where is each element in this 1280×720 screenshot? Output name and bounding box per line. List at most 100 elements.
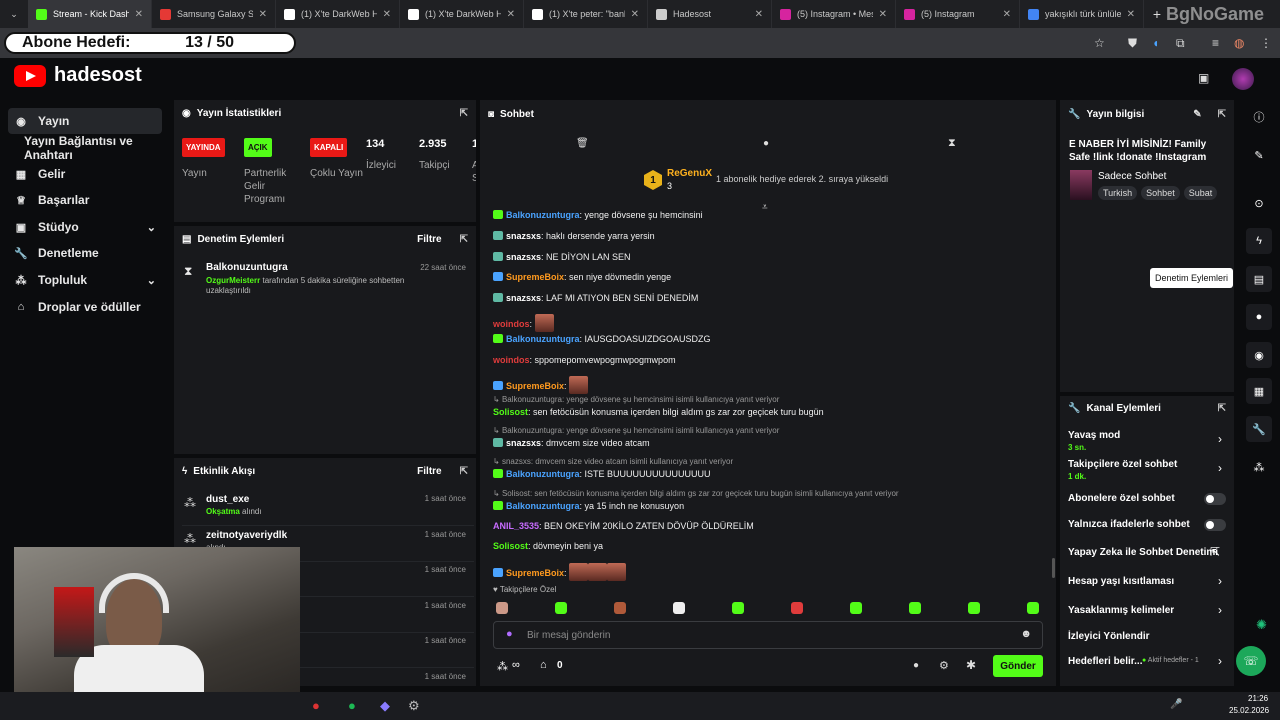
chat-message[interactable]: Balkonuzuntugra: yenge dövsene şu hemcin… bbox=[493, 210, 703, 220]
comment-icon[interactable]: ● bbox=[763, 138, 769, 149]
tag-chip[interactable]: Subat bbox=[1183, 186, 1218, 200]
emote-icon[interactable] bbox=[496, 602, 508, 614]
chat-username[interactable]: woindos bbox=[493, 355, 530, 365]
chevron-right-icon[interactable]: › bbox=[1218, 461, 1222, 475]
send-button[interactable]: Gönder bbox=[993, 655, 1043, 677]
emote-icon[interactable] bbox=[1027, 602, 1039, 614]
puzzle-icon[interactable]: ✱ bbox=[966, 658, 976, 672]
microphone-icon[interactable]: 🎤 bbox=[1170, 699, 1182, 710]
chat-message[interactable]: snazsxs: haklı dersende yarra yersin bbox=[493, 231, 655, 241]
tab-list-icon[interactable]: ⌄ bbox=[0, 0, 28, 28]
more-icon[interactable]: ⋮ bbox=[1260, 36, 1272, 50]
chat-username[interactable]: Balkonuzuntugra bbox=[506, 501, 580, 511]
clipboard-icon[interactable]: ▤ bbox=[1246, 266, 1272, 292]
browser-tab[interactable]: (1) X'te DarkWeb Hab ✕ bbox=[400, 0, 524, 28]
toggle-switch[interactable] bbox=[1204, 519, 1226, 531]
chat-message[interactable]: SupremeBoix: bbox=[493, 563, 627, 581]
avatar[interactable] bbox=[1232, 68, 1254, 90]
toggle-switch[interactable] bbox=[1204, 493, 1226, 505]
chat-username[interactable]: snazsxs bbox=[506, 293, 541, 303]
chat-message[interactable]: woindos: bbox=[493, 314, 554, 332]
openai-icon[interactable]: ✺ bbox=[1256, 617, 1267, 633]
chat-message[interactable]: ANIL_3535: BEN OKEYİM 20KİLO ZATEN DÖVÜP… bbox=[493, 521, 754, 531]
emote-icon[interactable] bbox=[614, 602, 626, 614]
chat-message[interactable]: Solisost: sen fetöcüsün konusma içerden … bbox=[493, 407, 824, 417]
hourglass-icon[interactable]: ⧗ bbox=[948, 137, 956, 150]
popout-icon[interactable]: ⇱ bbox=[460, 466, 468, 477]
activity-row[interactable]: ⁂ dust_exe Okşatma alındı 1 saat önce bbox=[182, 490, 474, 526]
browser-tab[interactable]: yakışıklı türk ünlüler ✕ bbox=[1020, 0, 1144, 28]
close-icon[interactable]: ✕ bbox=[755, 9, 763, 20]
close-icon[interactable]: ✕ bbox=[879, 9, 887, 20]
chevron-down-icon[interactable]: ⌄ bbox=[147, 274, 156, 287]
chat-scrollbar[interactable] bbox=[1052, 558, 1055, 578]
gamepad-icon[interactable]: ▣ bbox=[1198, 71, 1209, 85]
spotify-icon[interactable]: ● bbox=[348, 698, 356, 713]
browser-tab[interactable]: (5) Instagram ✕ bbox=[896, 0, 1020, 28]
chat-icon[interactable]: ● bbox=[1246, 304, 1272, 330]
broadcast-icon[interactable]: ◉ bbox=[1246, 342, 1272, 368]
target-icon[interactable]: ⊙ bbox=[1246, 190, 1272, 216]
users-icon[interactable]: ⁂ bbox=[497, 660, 508, 673]
settings-gear-icon[interactable]: ⚙ bbox=[408, 698, 420, 714]
sidebar-item[interactable]: ▦ Gelir bbox=[8, 161, 162, 187]
emote-icon[interactable] bbox=[791, 602, 803, 614]
chat-message[interactable]: Solisost: dövmeyin beni ya bbox=[493, 541, 603, 551]
close-icon[interactable]: ✕ bbox=[1003, 9, 1011, 20]
channel-action-row[interactable]: Takipçilere özel sohbet 1 dk. bbox=[1068, 459, 1228, 481]
chevron-right-icon[interactable]: › bbox=[1218, 432, 1222, 446]
chat-username[interactable]: snazsxs bbox=[506, 252, 541, 262]
sidebar-item[interactable]: 🔧 Denetleme bbox=[8, 240, 162, 266]
browser-tab[interactable]: Samsung Galaxy S26 ✕ bbox=[152, 0, 276, 28]
close-icon[interactable]: ✕ bbox=[259, 9, 267, 20]
popout-icon[interactable]: ⇱ bbox=[460, 234, 468, 245]
sidebar-item[interactable]: ⁂ Topluluk ⌄ bbox=[8, 267, 162, 293]
emote-icon[interactable] bbox=[968, 602, 980, 614]
close-icon[interactable]: ✕ bbox=[1127, 9, 1135, 20]
bolt-icon[interactable]: ϟ bbox=[1246, 228, 1272, 254]
trash-icon[interactable]: 🗑 bbox=[576, 138, 589, 149]
chat-message[interactable]: Balkonuzuntugra: IAUSGDOASUIZDGOAUSDZG bbox=[493, 334, 711, 344]
chat-message[interactable]: snazsxs: LAF MI ATIYON BEN SENİ DENEDİM bbox=[493, 293, 698, 303]
bookmark-star-icon[interactable]: ☆ bbox=[1094, 36, 1105, 50]
chat-message[interactable]: Balkonuzuntugra: ISTE BUUUUUUUUUUUUUUU bbox=[493, 469, 711, 479]
sidebar-item[interactable]: ♕ Başarılar bbox=[8, 187, 162, 213]
mod-filter-button[interactable]: Filtre bbox=[417, 234, 441, 245]
browser-tab[interactable]: (1) X'te DarkWeb Hab ✕ bbox=[276, 0, 400, 28]
browser-tab[interactable]: (5) Instagram • Mesaj ✕ bbox=[772, 0, 896, 28]
chevron-right-icon[interactable]: › bbox=[1218, 574, 1222, 588]
chat-username[interactable]: snazsxs bbox=[506, 438, 541, 448]
channel-action-row[interactable]: Yavaş mod 3 sn. bbox=[1068, 430, 1228, 452]
sidebar-item[interactable]: ⌂ Droplar ve ödüller bbox=[8, 294, 162, 320]
pencil-icon[interactable]: ✎ bbox=[1246, 142, 1272, 168]
close-icon[interactable]: ✕ bbox=[135, 9, 143, 20]
wrench-icon[interactable]: 🔧 bbox=[1246, 416, 1272, 442]
edit-pencil-icon[interactable]: ✎ bbox=[1193, 109, 1201, 120]
taskbar-app-icon[interactable]: ◆ bbox=[380, 698, 390, 714]
chevron-right-icon[interactable]: › bbox=[1218, 654, 1222, 668]
activity-filter-button[interactable]: Filtre bbox=[417, 466, 441, 477]
more-tools-icon[interactable]: ⁂ bbox=[1246, 454, 1272, 480]
chat-message[interactable]: SupremeBoix: bbox=[493, 376, 589, 394]
emote-icon[interactable] bbox=[732, 602, 744, 614]
chat-username[interactable]: woindos bbox=[493, 319, 530, 329]
chat-message[interactable]: woindos: sppomepomvewpogmwpogmwpom bbox=[493, 355, 676, 365]
chat-message[interactable]: snazsxs: dmvcem size video atcam bbox=[493, 438, 650, 448]
popout-icon[interactable]: ⇱ bbox=[1218, 403, 1226, 414]
close-icon[interactable]: ✕ bbox=[507, 9, 515, 20]
close-icon[interactable]: ✕ bbox=[631, 9, 639, 20]
close-icon[interactable]: ✕ bbox=[383, 9, 391, 20]
extensions-icon[interactable]: ⧉ bbox=[1176, 36, 1185, 51]
popout-icon[interactable]: ⇱ bbox=[1218, 109, 1226, 120]
chat-username[interactable]: SupremeBoix bbox=[506, 568, 564, 578]
chat-username[interactable]: SupremeBoix bbox=[506, 381, 564, 391]
gift-icon[interactable]: ⌂ bbox=[540, 659, 547, 671]
emote-icon[interactable] bbox=[909, 602, 921, 614]
browser-tab[interactable]: Hadesost ✕ bbox=[648, 0, 772, 28]
channel-action-row[interactable]: Hesap yaşı kısıtlaması bbox=[1068, 576, 1228, 587]
chat-username[interactable]: snazsxs bbox=[506, 231, 541, 241]
tag-chip[interactable]: Turkish bbox=[1098, 186, 1138, 200]
chevron-right-icon[interactable]: › bbox=[1218, 603, 1222, 617]
sidebar-item[interactable]: Yayın Bağlantısı ve Anahtarı bbox=[8, 134, 162, 162]
channel-action-row[interactable]: Yasaklanmış kelimeler bbox=[1068, 605, 1228, 616]
